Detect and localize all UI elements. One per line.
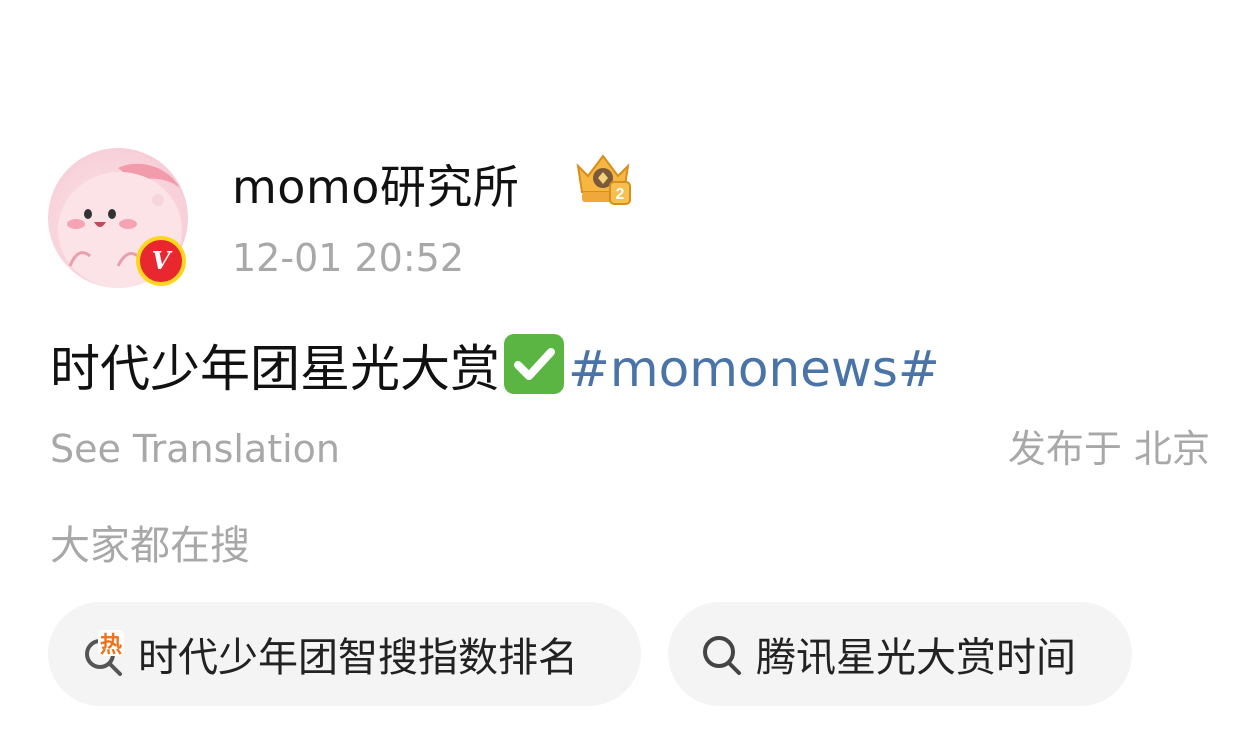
post-timestamp: 12-01 20:52 <box>232 236 465 280</box>
search-icon <box>698 630 746 678</box>
svg-text:2: 2 <box>616 186 625 203</box>
hot-search-icon: 热 <box>80 630 128 678</box>
search-section-title: 大家都在搜 <box>50 523 250 569</box>
search-chip-label: 时代少年团智搜指数排名 <box>138 635 578 681</box>
search-chip-label: 腾讯星光大赏时间 <box>756 635 1076 681</box>
post-content: 时代少年团星光大赏 #momonews# <box>50 334 940 401</box>
search-chip[interactable]: 腾讯星光大赏时间 <box>668 602 1132 706</box>
v-verified-icon: V <box>136 236 186 286</box>
see-translation-link[interactable]: See Translation <box>50 424 340 474</box>
svg-text:热: 热 <box>100 632 122 658</box>
crown-rank-badge-icon[interactable]: 2 <box>570 152 636 210</box>
check-mark-emoji-icon <box>504 334 564 394</box>
post-location: 发布于 北京 <box>1007 427 1210 471</box>
post-main-text: 时代少年团星光大赏 <box>50 340 500 398</box>
username[interactable]: momo研究所 <box>232 156 519 218</box>
search-chip-hot[interactable]: 热 时代少年团智搜指数排名 <box>48 602 641 706</box>
hashtag-link[interactable]: #momonews# <box>568 340 940 398</box>
